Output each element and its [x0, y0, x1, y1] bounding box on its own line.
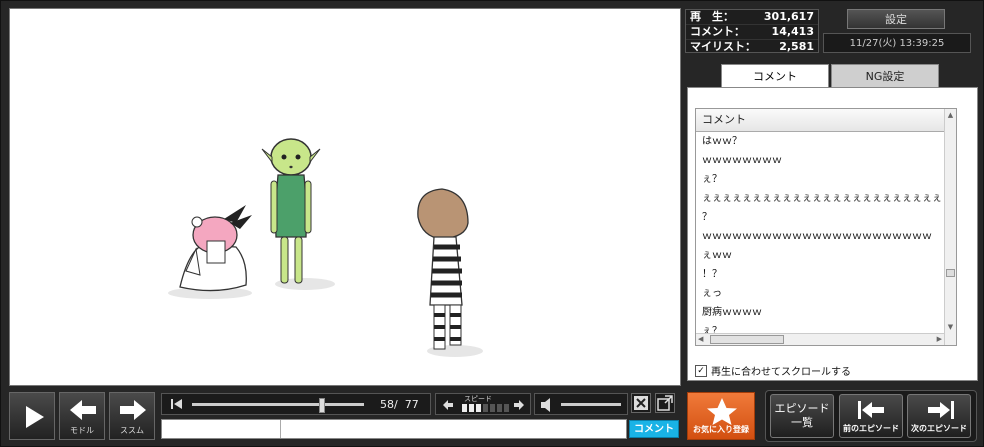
playback-controls: モドル ススム 58/ 77 スピード コメント — [7, 390, 683, 442]
green-character — [261, 138, 321, 284]
prev-episode-icon — [858, 401, 884, 419]
player-frame: 再 生： 301,617 コメント： 14,413 マイリスト： 2,581 設… — [0, 0, 984, 447]
volume-track[interactable] — [561, 403, 621, 406]
pink-haired-character — [179, 205, 252, 292]
frame-total: 77 — [404, 398, 419, 411]
speed-control[interactable]: スピード — [435, 393, 531, 415]
comment-toggle-button[interactable] — [631, 393, 651, 413]
frame-counter: 58/ 77 — [380, 398, 419, 411]
comment-list-header[interactable]: コメント — [696, 109, 956, 132]
list-item[interactable]: ｗｗｗｗｗｗｗｗｗｗｗｗｗｗｗｗｗｗｗｗｗｗｗ — [696, 227, 956, 246]
scroll-up-icon[interactable]: ▲ — [945, 109, 956, 121]
forward-label: ススム — [120, 426, 144, 435]
list-item[interactable]: ｗｗｗｗｗｗｗｗ — [696, 151, 956, 170]
skip-start-icon[interactable] — [170, 397, 184, 411]
comment-submit-button[interactable]: コメント — [629, 420, 679, 438]
frame-current: 58 — [380, 398, 394, 411]
speed-down-icon[interactable] — [441, 398, 455, 412]
stat-comments-value: 14,413 — [771, 25, 814, 38]
list-item[interactable]: 厨病ｗｗｗｗ — [696, 303, 956, 322]
close-icon — [634, 396, 648, 410]
speed-up-icon[interactable] — [512, 398, 526, 412]
list-item[interactable]: ぇｗｗ — [696, 246, 956, 265]
episode-list-label: エピソード 一覧 — [774, 402, 830, 429]
favorite-button[interactable]: お気に入り登録 — [687, 392, 755, 440]
favorite-label: お気に入り登録 — [693, 425, 749, 434]
autoscroll-checkbox[interactable]: ✓ — [695, 364, 707, 377]
star-icon — [707, 398, 737, 425]
stat-plays-label: 再 生： — [690, 10, 734, 23]
stat-mylist-label: マイリスト： — [690, 40, 756, 53]
scroll-right-icon[interactable]: ▶ — [937, 334, 942, 345]
comment-panel: コメント はｗｗ？ ｗｗｗｗｗｗｗｗ ぇ？ ぇぇぇぇぇぇぇぇぇぇぇぇぇぇぇぇぇぇ… — [687, 87, 978, 381]
striped-character — [417, 188, 469, 350]
prev-episode-label: 前のエピソード — [843, 424, 899, 433]
play-button[interactable] — [9, 392, 55, 440]
forward-button[interactable]: ススム — [109, 392, 155, 440]
settings-button[interactable]: 設定 — [847, 9, 945, 29]
video-canvas[interactable] — [9, 8, 681, 386]
frame-separator: / — [394, 398, 398, 411]
vertical-scrollbar[interactable]: ▲ ▼ — [944, 109, 956, 345]
list-item[interactable]: ！？ — [696, 265, 956, 284]
horizontal-scrollbar[interactable]: ◀ ▶ — [696, 333, 944, 345]
back-label: モドル — [70, 426, 94, 435]
stat-mylist-value: 2,581 — [779, 40, 814, 53]
next-episode-label: 次のエピソード — [911, 424, 967, 433]
autoscroll-label: 再生に合わせてスクロールする — [711, 367, 851, 378]
tab-comment[interactable]: コメント — [721, 64, 829, 88]
autoscroll-option[interactable]: ✓ 再生に合わせてスクロールする — [695, 363, 851, 378]
scroll-left-icon[interactable]: ◀ — [698, 334, 703, 345]
comment-list[interactable]: コメント はｗｗ？ ｗｗｗｗｗｗｗｗ ぇ？ ぇぇぇぇぇぇぇぇぇぇぇぇぇぇぇぇぇぇ… — [695, 108, 957, 346]
fullscreen-button[interactable] — [655, 393, 675, 413]
animation-scene — [168, 138, 483, 357]
scroll-down-icon[interactable]: ▼ — [945, 321, 956, 333]
speed-label: スピード — [464, 395, 492, 403]
panel-tabs: コメント NG設定 — [721, 64, 943, 88]
horizontal-scroll-thumb[interactable] — [710, 335, 784, 344]
seek-knob[interactable] — [319, 398, 325, 413]
comment-input[interactable] — [161, 419, 627, 439]
list-item[interactable]: ぇぇぇぇぇぇぇぇぇぇぇぇぇぇぇぇぇぇぇぇぇぇぇぇぇぇぇぇ — [696, 189, 956, 208]
seek-track[interactable] — [192, 403, 364, 406]
episode-list-button[interactable]: エピソード 一覧 — [770, 394, 834, 438]
stat-mylist: マイリスト： 2,581 — [686, 40, 818, 54]
play-icon — [26, 406, 44, 428]
next-episode-icon — [928, 401, 954, 419]
list-item[interactable]: はｗｗ？ — [696, 132, 956, 151]
volume-control[interactable] — [534, 393, 628, 415]
list-item[interactable]: ぇっ — [696, 284, 956, 303]
vertical-scroll-thumb[interactable] — [946, 269, 955, 277]
tab-ng-settings[interactable]: NG設定 — [831, 64, 939, 88]
fullscreen-icon — [657, 395, 673, 411]
stats-box: 再 生： 301,617 コメント： 14,413 マイリスト： 2,581 — [685, 9, 819, 53]
list-item[interactable]: ぇ？ — [696, 170, 956, 189]
seek-bar[interactable]: 58/ 77 — [161, 393, 431, 415]
back-button[interactable]: モドル — [59, 392, 105, 440]
speaker-icon[interactable] — [539, 397, 557, 413]
next-episode-button[interactable]: 次のエピソード — [907, 394, 971, 438]
stat-comments-label: コメント： — [690, 25, 745, 38]
episode-nav: エピソード 一覧 前のエピソード 次のエピソード — [765, 390, 977, 442]
stat-plays-value: 301,617 — [763, 10, 814, 23]
stat-comments: コメント： 14,413 — [686, 25, 818, 40]
stat-plays: 再 生： 301,617 — [686, 10, 818, 25]
prev-episode-button[interactable]: 前のエピソード — [839, 394, 903, 438]
datetime-display: 11/27(火) 13:39:25 — [823, 33, 971, 53]
command-input[interactable] — [162, 420, 281, 438]
speed-level — [462, 404, 509, 412]
list-item[interactable]: ？ — [696, 208, 956, 227]
